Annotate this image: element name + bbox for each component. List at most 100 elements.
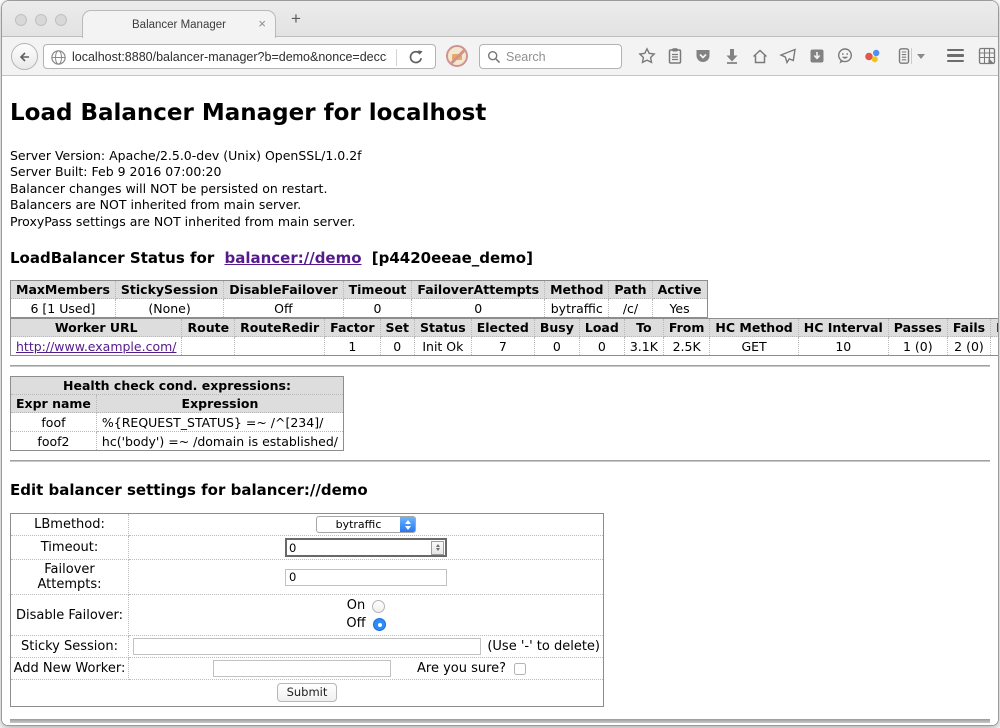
col-hc-method: HC Method [710,319,798,337]
tab-close-icon[interactable]: × [258,17,266,31]
balancer-demo-link[interactable]: balancer://demo [224,249,361,267]
reading-list-icon[interactable] [666,47,684,65]
col-fails: Fails [947,319,990,337]
col-hc-uri: HC uri [991,319,998,337]
timeout-label: Timeout: [11,536,129,560]
persist-note-line: Balancer changes will NOT be persisted o… [10,181,990,197]
inherit-note-line: Balancers are NOT inherited from main se… [10,197,990,213]
window-close-button[interactable] [15,14,27,26]
downloads-icon[interactable] [723,47,741,65]
colored-dots-extension-icon[interactable] [864,47,882,65]
col-maxmembers: MaxMembers [11,281,116,299]
disable-failover-off-radio[interactable] [373,618,386,631]
sticky-session-input[interactable] [133,638,481,655]
window-zoom-button[interactable] [55,14,67,26]
toolbar-separator [911,48,912,64]
tab-title: Balancer Manager [132,19,226,31]
failover-attempts-input[interactable] [285,569,447,586]
cell-hc-uri [991,337,998,356]
search-input[interactable] [506,50,606,64]
lbmethod-selected-value: bytraffic [317,517,400,532]
balancer-settings-form: LBmethod: bytraffic Timeout: [10,513,604,707]
new-tab-button[interactable]: + [291,9,301,29]
chat-smiley-icon[interactable] [836,47,854,65]
block-slash [447,47,467,67]
cell-expr-name: foof [11,413,97,432]
are-you-sure-label: Are you sure? [417,661,506,676]
search-bar[interactable] [479,44,622,69]
worker-url-link[interactable]: http://www.example.com/ [16,339,176,354]
save-to-device-icon[interactable] [808,47,826,65]
disable-failover-row: Disable Failover: On Off [11,595,604,636]
col-route: Route [182,319,235,337]
home-icon[interactable] [751,47,769,65]
cell-busy: 0 [534,337,579,356]
timeout-row: Timeout: [11,536,604,560]
submit-button[interactable]: Submit [277,683,338,702]
back-button[interactable] [11,43,38,70]
loadbalancer-status-heading: LoadBalancer Status for balancer://demo … [10,249,990,267]
balancer-data-row: 6 [1 Used] (None) Off 0 0 bytraffic /c/ … [11,299,708,318]
col-factor: Factor [325,319,380,337]
col-busy: Busy [534,319,579,337]
cell-maxmembers: 6 [1 Used] [11,299,116,318]
url-bar[interactable]: localhost:8880/balancer-manager?b=demo&n… [43,44,436,69]
menu-button[interactable] [947,49,964,62]
sticky-session-hint: (Use '-' to delete) [487,639,601,654]
server-built-line: Server Built: Feb 9 2016 07:00:20 [10,164,990,180]
timeout-input[interactable] [287,541,431,555]
cell-route [182,337,235,356]
add-worker-input[interactable] [213,660,391,677]
cell-hc-interval: 10 [798,337,888,356]
col-status: Status [415,319,472,337]
col-path: Path [609,281,652,299]
back-arrow-icon [17,49,33,65]
col-routeredir: RouteRedir [235,319,325,337]
divider [10,460,990,462]
server-version-line: Server Version: Apache/2.5.0-dev (Unix) … [10,148,990,164]
divider [10,365,990,367]
cell-set: 0 [380,337,414,356]
reload-button[interactable] [407,48,425,66]
health-header-row: Expr name Expression [11,395,344,413]
page-title: Load Balancer Manager for localhost [10,100,990,126]
select-stepper-icon [400,517,415,532]
table-extension-icon[interactable] [978,47,996,65]
send-tab-icon[interactable] [779,47,797,65]
cell-expr-name: foof2 [11,432,97,451]
search-icon [487,50,501,64]
col-timeout: Timeout [343,281,412,299]
cell-worker-url: http://www.example.com/ [11,337,182,356]
bookmark-star-icon[interactable] [638,47,656,65]
tab-balancer-manager[interactable]: Balancer Manager × [82,10,276,38]
col-set: Set [380,319,414,337]
url-input[interactable]: localhost:8880/balancer-manager?b=demo&n… [72,50,387,64]
urlbar-divider [396,49,397,66]
chevron-down-icon[interactable] [917,54,925,59]
cell-passes: 1 (0) [888,337,947,356]
cell-stickysession: (None) [115,299,223,318]
disable-failover-label: Disable Failover: [11,595,129,636]
are-you-sure-checkbox[interactable] [514,663,526,675]
server-info: Server Version: Apache/2.5.0-dev (Unix) … [10,148,990,230]
edit-settings-heading: Edit balancer settings for balancer://de… [10,481,990,499]
col-to: To [624,319,663,337]
disable-failover-on-radio[interactable] [372,600,385,613]
cell-to: 3.1K [624,337,663,356]
tab-bar: Balancer Manager × + [2,1,998,37]
add-worker-row: Add New Worker: Are you sure? [11,658,604,680]
content-block-icon[interactable] [446,45,468,67]
window-minimize-button[interactable] [35,14,47,26]
pocket-icon[interactable] [694,47,712,65]
health-check-table: Health check cond. expressions: Expr nam… [10,376,344,451]
lbmethod-select[interactable]: bytraffic [316,516,416,533]
col-load: Load [579,319,624,337]
health-title-row: Health check cond. expressions: [11,377,344,395]
failover-attempts-row: Failover Attempts: [11,560,604,595]
number-spinner-icon[interactable] [431,541,444,555]
col-expr-name: Expr name [11,395,97,413]
cell-from: 2.5K [663,337,710,356]
health-table-title: Health check cond. expressions: [11,377,344,395]
cell-expression: hc('body') =~ /domain is established/ [96,432,343,451]
health-row-foof: foof %{REQUEST_STATUS} =~ /^[234]/ [11,413,344,432]
